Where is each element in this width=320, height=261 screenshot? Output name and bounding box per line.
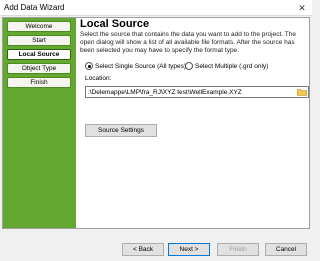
steps-sidebar: Welcome Start Local Source Object Type F… [3, 18, 76, 228]
next-button[interactable]: Next > [168, 243, 210, 256]
radio-multiple-source[interactable]: Select Multiple (.grd only) [185, 62, 268, 70]
radio-button-checked[interactable] [85, 62, 93, 70]
location-field[interactable]: :\Delemappe\LMP\fra_RJ\XYZ test\WellExam… [85, 86, 309, 98]
location-label: Location: [85, 75, 112, 82]
folder-icon[interactable] [297, 88, 307, 96]
page-description: Select the source that contains the data… [80, 31, 296, 54]
step-finish: Finish [7, 77, 71, 88]
title-bar: Add Data Wizard ✕ [0, 0, 312, 16]
radio-single-source[interactable]: Select Single Source (All types) [85, 62, 186, 70]
radio-button[interactable] [185, 62, 193, 70]
finish-button: Finish [217, 243, 259, 256]
main-panel: Local Source Select the source that cont… [80, 18, 309, 228]
radio-multiple-label: Select Multiple (.grd only) [195, 62, 269, 70]
radio-single-label: Select Single Source (All types) [95, 62, 187, 70]
step-object-type: Object Type [7, 63, 71, 74]
step-start: Start [7, 35, 71, 46]
window-title: Add Data Wizard [4, 3, 65, 12]
close-icon[interactable]: ✕ [294, 1, 310, 15]
wizard-body: Welcome Start Local Source Object Type F… [2, 17, 310, 229]
step-welcome: Welcome [7, 21, 71, 32]
page-title: Local Source [80, 18, 150, 30]
step-local-source: Local Source [7, 49, 71, 60]
button-bar: < Back Next > Finish Cancel [0, 229, 312, 261]
location-value: :\Delemappe\LMP\fra_RJ\XYZ test\WellExam… [88, 89, 242, 96]
back-button[interactable]: < Back [122, 243, 164, 256]
source-settings-button[interactable]: Source Settings [85, 124, 157, 137]
cancel-button[interactable]: Cancel [265, 243, 307, 256]
